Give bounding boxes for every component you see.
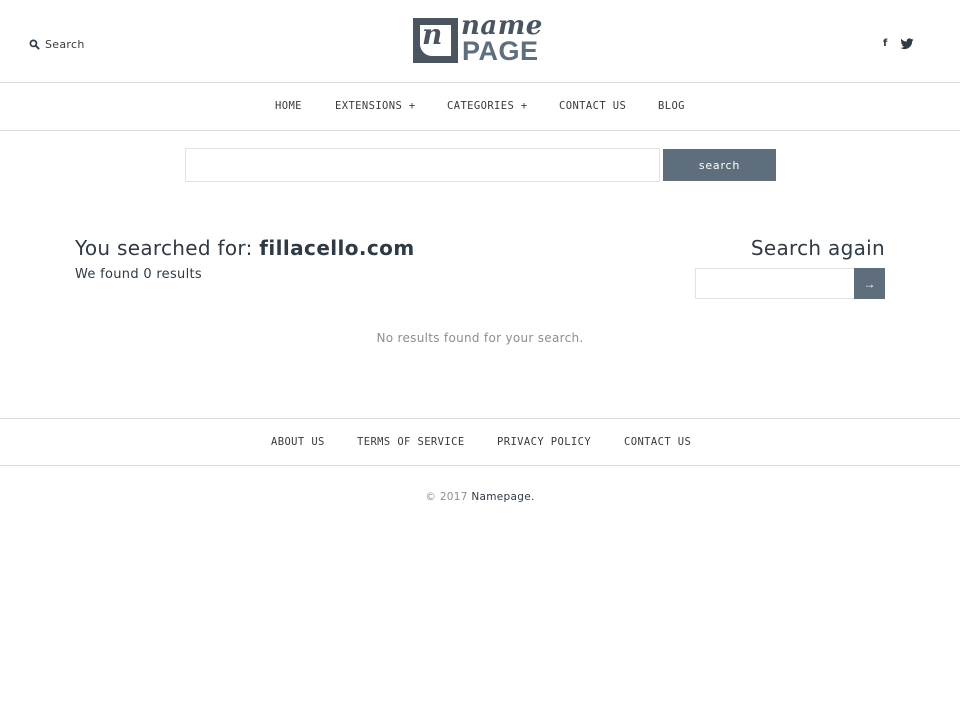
nav-item-categories[interactable]: CATEGORIES +: [447, 100, 528, 112]
nav-item-extensions[interactable]: EXTENSIONS +: [335, 100, 416, 112]
nav-item-contact-us[interactable]: CONTACT US: [559, 100, 626, 112]
copyright-prefix: © 2017: [425, 491, 468, 503]
site-logo[interactable]: n name PAGE: [413, 11, 549, 66]
search-again-input[interactable]: [695, 268, 855, 299]
search-again-title: Search again: [750, 236, 885, 260]
header-search-toggle[interactable]: Search: [29, 38, 85, 51]
copyright: © 2017 Namepage.: [0, 491, 960, 503]
copyright-brand-link[interactable]: Namepage.: [471, 491, 534, 503]
search-again-submit-button[interactable]: →: [854, 268, 885, 299]
header-search-label: Search: [45, 38, 85, 51]
main-search-button[interactable]: search: [663, 149, 776, 181]
footer-nav: ABOUT US TERMS OF SERVICE PRIVACY POLICY…: [0, 418, 960, 466]
footer-link-terms-of-service[interactable]: TERMS OF SERVICE: [357, 436, 465, 448]
search-icon: [29, 39, 40, 50]
main-nav: HOME EXTENSIONS + CATEGORIES + CONTACT U…: [0, 83, 960, 131]
no-results-message: No results found for your search.: [376, 331, 584, 345]
logo-mark: n: [413, 18, 458, 63]
nav-item-home[interactable]: HOME: [275, 100, 302, 112]
twitter-icon[interactable]: [900, 38, 914, 50]
results-count: We found 0 results: [75, 267, 202, 282]
footer-link-contact-us[interactable]: CONTACT US: [624, 436, 691, 448]
site-header: Search n name PAGE f: [0, 0, 960, 83]
results-query: fillacello.com: [259, 236, 415, 260]
facebook-icon[interactable]: f: [883, 38, 887, 49]
logo-word-page: PAGE: [462, 36, 539, 66]
footer-link-privacy-policy[interactable]: PRIVACY POLICY: [497, 436, 591, 448]
footer-link-about-us[interactable]: ABOUT US: [271, 436, 325, 448]
results-heading-prefix: You searched for:: [75, 236, 253, 260]
nav-item-blog[interactable]: BLOG: [658, 100, 685, 112]
main-search-input[interactable]: [185, 148, 660, 182]
logo-mark-letter: n: [422, 18, 443, 51]
results-heading: You searched for: fillacello.com: [75, 236, 415, 260]
